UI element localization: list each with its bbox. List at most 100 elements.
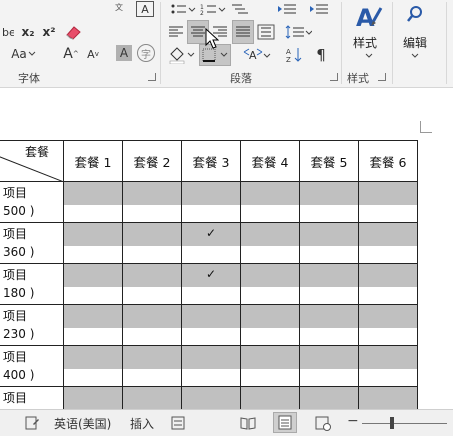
ribbon: be x₂ x² 文 A Aa A ^ Av A 字 字体 1 2 A A Z …: [0, 0, 453, 88]
table-cell[interactable]: [358, 222, 418, 264]
table-cell[interactable]: [181, 345, 241, 387]
table-cell[interactable]: [122, 304, 182, 346]
table-cell[interactable]: ✓: [181, 222, 241, 264]
row-header-cell[interactable]: 项目 500 ): [0, 181, 64, 223]
table-cell[interactable]: [181, 386, 241, 409]
column-header-6[interactable]: 套餐 6: [358, 140, 418, 182]
align-left-button[interactable]: [167, 21, 185, 43]
table-cell[interactable]: [122, 386, 182, 409]
web-layout-icon[interactable]: [315, 415, 331, 431]
macro-record-icon[interactable]: [171, 415, 185, 431]
column-header-2[interactable]: 套餐 2: [122, 140, 182, 182]
row-header-cell[interactable]: 项目 360 ): [0, 222, 64, 264]
multilevel-list-button[interactable]: [230, 2, 250, 16]
table-cell[interactable]: [122, 222, 182, 264]
table-cell[interactable]: [358, 181, 418, 223]
row-header-cell[interactable]: 项目 230 ): [0, 304, 64, 346]
grow-font-label: A: [63, 46, 73, 62]
row-header-cell[interactable]: 项目: [0, 386, 64, 409]
zoom-out-button[interactable]: −: [347, 413, 359, 429]
table-cell[interactable]: [299, 263, 359, 305]
change-case-button[interactable]: Aa: [2, 45, 46, 63]
table-cell[interactable]: [299, 181, 359, 223]
document-page[interactable]: 套餐 套餐 1 套餐 2 套餐 3 套餐 4 套餐 5 套餐 6 项目 500 )…: [0, 89, 453, 409]
phonetic-guide-button[interactable]: 文: [100, 1, 132, 17]
table-cell[interactable]: [63, 263, 123, 305]
table-cell[interactable]: [240, 181, 300, 223]
enclose-circle-button[interactable]: 字: [137, 44, 155, 62]
cell-shading: [300, 346, 358, 369]
print-layout-view-button[interactable]: [273, 412, 297, 433]
column-header-1[interactable]: 套餐 1: [63, 140, 123, 182]
table-cell[interactable]: [240, 386, 300, 409]
numbering-button[interactable]: 1 2: [200, 2, 226, 16]
table-cell[interactable]: [299, 222, 359, 264]
table-cell[interactable]: [63, 181, 123, 223]
decrease-indent-button[interactable]: [276, 2, 304, 16]
insert-mode-indicator[interactable]: 插入: [130, 415, 154, 432]
package-table[interactable]: 套餐 套餐 1 套餐 2 套餐 3 套餐 4 套餐 5 套餐 6 项目 500 )…: [0, 140, 418, 409]
table-cell[interactable]: [358, 345, 418, 387]
column-header-3[interactable]: 套餐 3: [181, 140, 241, 182]
column-header-4[interactable]: 套餐 4: [240, 140, 300, 182]
subscript-button[interactable]: x₂: [19, 24, 37, 40]
row-header-cell[interactable]: 项目 400 ): [0, 345, 64, 387]
justify-button[interactable]: [232, 20, 254, 44]
table-cell[interactable]: [63, 345, 123, 387]
paragraph-dialog-launcher[interactable]: [330, 73, 338, 81]
strikethrough-button[interactable]: be: [2, 24, 14, 40]
table-cell[interactable]: [181, 304, 241, 346]
grow-font-button[interactable]: A ^: [62, 45, 80, 63]
table-cell[interactable]: [63, 222, 123, 264]
language-indicator[interactable]: 英语(美国): [54, 415, 111, 432]
row-item-price: 180 ): [3, 286, 35, 300]
table-cell[interactable]: [358, 304, 418, 346]
line-spacing-button[interactable]: [284, 21, 312, 43]
table-cell[interactable]: [240, 345, 300, 387]
proofing-icon[interactable]: [24, 415, 40, 431]
cell-shading: [241, 264, 299, 287]
table-cell[interactable]: ✓: [181, 263, 241, 305]
table-cell[interactable]: [240, 222, 300, 264]
asian-layout-icon: A: [243, 48, 271, 62]
table-cell[interactable]: [122, 263, 182, 305]
read-mode-icon[interactable]: [240, 415, 256, 431]
column-header-label: 套餐 1: [74, 154, 112, 170]
zoom-slider-track[interactable]: [362, 423, 447, 424]
shading-button[interactable]: [168, 45, 196, 65]
styles-gallery-button[interactable]: A: [349, 2, 387, 32]
table-cell[interactable]: [240, 263, 300, 305]
font-dialog-launcher[interactable]: [148, 73, 156, 81]
chevron-down-icon: [365, 53, 373, 58]
zoom-slider-thumb[interactable]: [390, 417, 394, 429]
superscript-button[interactable]: x²: [40, 24, 58, 40]
table-cell[interactable]: [240, 304, 300, 346]
edit-menu-button[interactable]: [402, 2, 428, 28]
table-cell[interactable]: [63, 304, 123, 346]
text-effects-button[interactable]: [62, 22, 86, 42]
sort-button[interactable]: AZ: [285, 45, 305, 65]
table-cell[interactable]: [299, 386, 359, 409]
table-cell[interactable]: [358, 386, 418, 409]
show-marks-button[interactable]: ¶: [312, 45, 330, 65]
table-cell[interactable]: [122, 181, 182, 223]
row-header-cell[interactable]: 项目 180 ): [0, 263, 64, 305]
bullets-button[interactable]: [170, 2, 196, 16]
distributed-button[interactable]: [256, 20, 276, 44]
shrink-font-button[interactable]: Av: [84, 45, 102, 63]
cell-shading: [241, 223, 299, 246]
increase-indent-button[interactable]: [308, 2, 336, 16]
table-cell[interactable]: [63, 386, 123, 409]
styles-dialog-launcher[interactable]: [378, 73, 386, 81]
table-cell[interactable]: [299, 304, 359, 346]
table-cell[interactable]: [358, 263, 418, 305]
table-cell[interactable]: [122, 345, 182, 387]
asian-layout-button[interactable]: A: [242, 45, 272, 65]
corner-header-cell[interactable]: 套餐: [0, 140, 64, 182]
table-row: 项目 180 ) ✓: [0, 263, 418, 305]
char-shading-button[interactable]: A: [116, 45, 132, 61]
enclose-char-button[interactable]: A: [136, 1, 154, 17]
table-cell[interactable]: [181, 181, 241, 223]
table-cell[interactable]: [299, 345, 359, 387]
column-header-5[interactable]: 套餐 5: [299, 140, 359, 182]
